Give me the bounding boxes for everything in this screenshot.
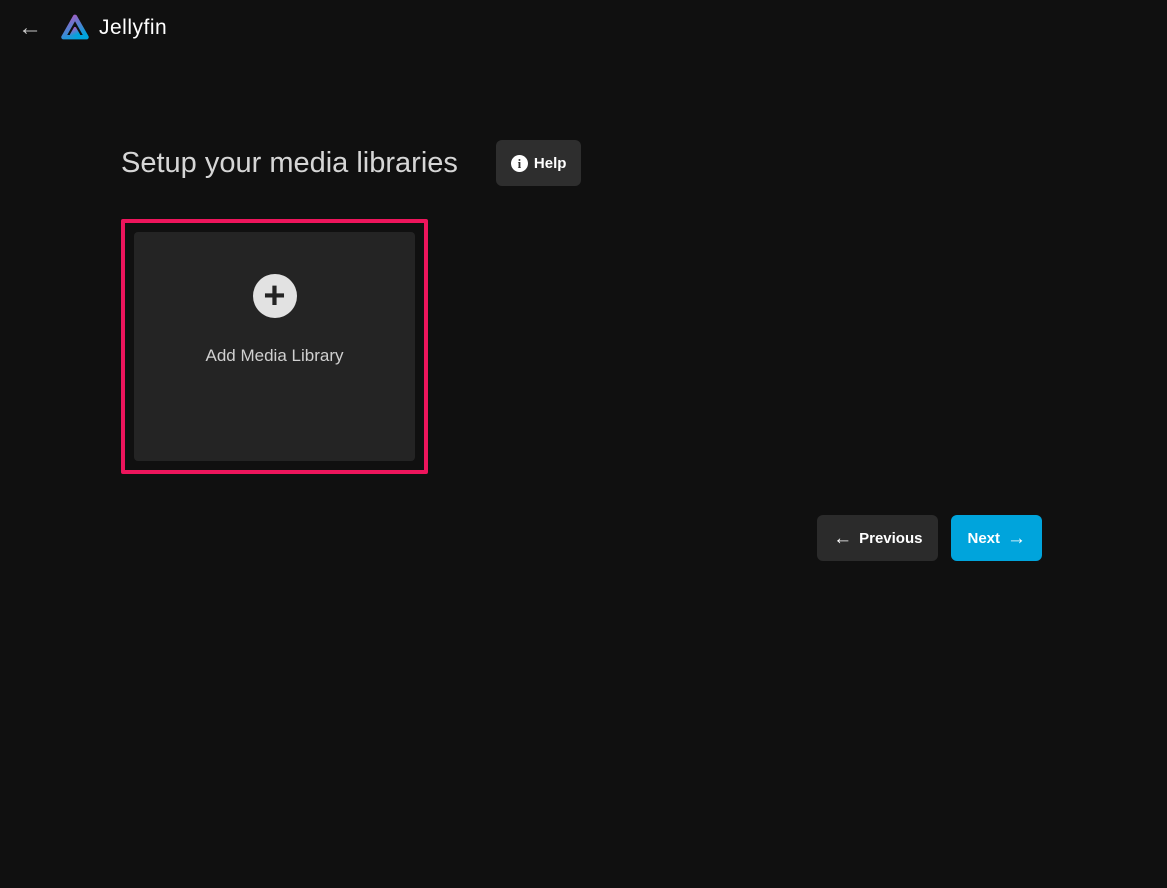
help-button-label: Help xyxy=(534,155,567,172)
arrow-left-icon: ← xyxy=(18,16,42,40)
library-section: + Add Media Library xyxy=(121,219,1042,474)
library-card-focus-ring: + Add Media Library xyxy=(121,219,428,474)
title-row: Setup your media libraries i Help xyxy=(121,140,1042,186)
plus-circle-icon: + xyxy=(253,274,297,318)
page-title: Setup your media libraries xyxy=(121,147,458,180)
previous-button[interactable]: ← Previous xyxy=(817,515,938,561)
logo: Jellyfin xyxy=(58,10,167,46)
wizard-nav: ← Previous Next → xyxy=(121,515,1042,561)
next-button[interactable]: Next → xyxy=(951,515,1042,561)
back-button[interactable]: ← xyxy=(12,10,48,46)
main-content: Setup your media libraries i Help + Add … xyxy=(0,140,1167,561)
arrow-right-icon: → xyxy=(1007,529,1026,548)
next-button-label: Next xyxy=(967,530,1000,547)
jellyfin-logo-icon xyxy=(58,10,92,46)
help-button[interactable]: i Help xyxy=(496,140,582,186)
previous-button-label: Previous xyxy=(859,530,922,547)
arrow-left-icon: ← xyxy=(833,529,852,548)
app-title: Jellyfin xyxy=(99,16,167,40)
add-media-library-label: Add Media Library xyxy=(206,346,344,366)
info-icon: i xyxy=(511,155,528,172)
header: ← Jellyfin xyxy=(0,0,1167,56)
add-media-library-card[interactable]: + Add Media Library xyxy=(134,232,415,461)
